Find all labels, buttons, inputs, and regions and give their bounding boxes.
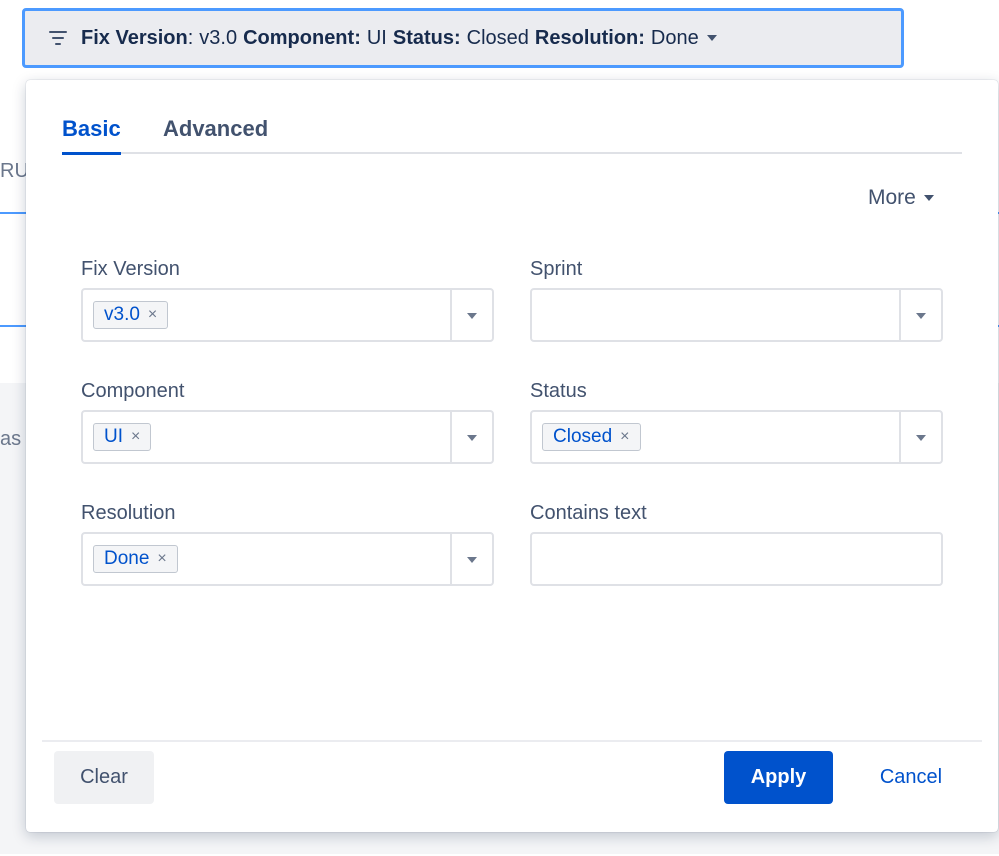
- sprint-label: Sprint: [530, 258, 583, 280]
- contains-text-label: Contains text: [530, 502, 647, 524]
- filter-value-fix-version: v3.0: [199, 26, 238, 49]
- tab-advanced[interactable]: Advanced: [163, 116, 268, 142]
- chevron-down-icon: [706, 35, 717, 41]
- background-divider: [0, 325, 28, 327]
- chip-label: Closed: [553, 426, 613, 447]
- sprint-select[interactable]: [530, 288, 943, 342]
- component-select[interactable]: UI ×: [81, 410, 494, 464]
- chevron-down-icon[interactable]: [467, 557, 477, 563]
- resolution-chip: Done ×: [93, 545, 178, 573]
- clear-button[interactable]: Clear: [54, 751, 154, 804]
- resolution-label: Resolution: [81, 502, 176, 524]
- cancel-button[interactable]: Cancel: [856, 751, 966, 804]
- filter-popover: Basic Advanced More Fix Version v3.0 × S…: [26, 80, 998, 832]
- more-button[interactable]: More: [868, 186, 934, 210]
- status-chip: Closed ×: [542, 423, 641, 451]
- resolution-select[interactable]: Done ×: [81, 532, 494, 586]
- fix-version-label: Fix Version: [81, 258, 180, 280]
- component-label: Component: [81, 380, 185, 402]
- component-chip: UI ×: [93, 423, 152, 451]
- filter-value-component: UI: [366, 26, 387, 49]
- chevron-down-icon[interactable]: [916, 435, 926, 441]
- background-text: as: [0, 428, 22, 450]
- filter-icon: [47, 29, 69, 47]
- status-label: Status: [530, 380, 587, 402]
- contains-text-input[interactable]: [530, 532, 943, 586]
- tab-basic[interactable]: Basic: [62, 116, 121, 155]
- chip-label: Done: [104, 548, 150, 569]
- more-label: More: [868, 186, 916, 209]
- fix-version-select[interactable]: v3.0 ×: [81, 288, 494, 342]
- filter-key-resolution: Resolution:: [534, 26, 645, 49]
- filter-key-status: Status:: [392, 26, 461, 49]
- filter-key-fix-version: Fix Version: [81, 26, 188, 49]
- chevron-down-icon: [923, 195, 934, 202]
- background-divider: [0, 212, 28, 214]
- filter-value-resolution: Done: [650, 26, 699, 49]
- footer-divider: [42, 740, 982, 742]
- close-icon[interactable]: ×: [148, 306, 157, 324]
- background-text: RU: [0, 160, 29, 182]
- chevron-down-icon[interactable]: [916, 313, 926, 319]
- status-select[interactable]: Closed ×: [530, 410, 943, 464]
- filter-value-status: Closed: [466, 26, 529, 49]
- tab-bar: Basic Advanced: [62, 112, 962, 155]
- fix-version-chip: v3.0 ×: [93, 301, 169, 329]
- chevron-down-icon[interactable]: [467, 435, 477, 441]
- close-icon[interactable]: ×: [157, 550, 166, 568]
- apply-button[interactable]: Apply: [724, 751, 833, 804]
- chevron-down-icon[interactable]: [467, 313, 477, 319]
- filter-colon: :: [187, 26, 194, 49]
- filter-summary-button[interactable]: Fix Version: v3.0 Component: UI Status: …: [22, 8, 904, 68]
- chip-label: v3.0: [104, 304, 140, 325]
- close-icon[interactable]: ×: [620, 428, 629, 446]
- close-icon[interactable]: ×: [131, 428, 140, 446]
- chip-label: UI: [104, 426, 123, 447]
- filter-key-component: Component:: [243, 26, 361, 49]
